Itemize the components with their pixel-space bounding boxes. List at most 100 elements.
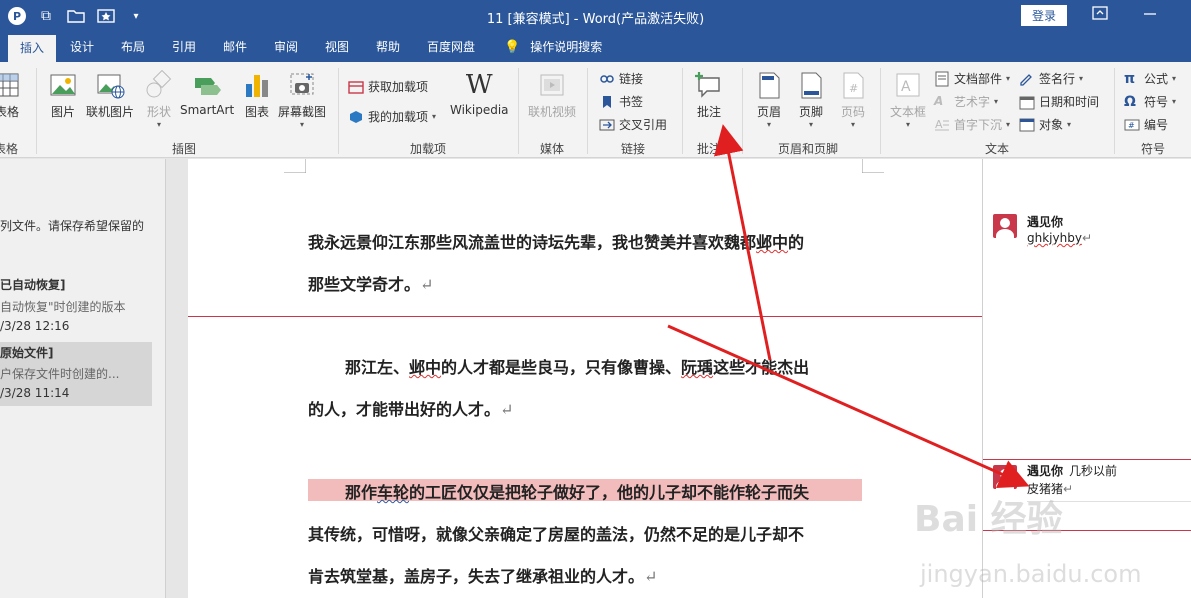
group-label-comments: 批注	[697, 142, 722, 156]
paragraph-line: 肯去筑堂基，盖房子，失去了继承祖业的人才。↵	[308, 567, 658, 586]
open-folder-icon[interactable]	[66, 6, 86, 26]
quick-parts-button[interactable]: 文档部件 ▾	[934, 70, 1010, 87]
store-icon	[348, 80, 364, 94]
chevron-down-icon: ▾	[766, 120, 771, 129]
group-label-addins: 加载项	[410, 142, 447, 156]
tab-review[interactable]: 审阅	[274, 38, 298, 55]
login-button[interactable]: 登录	[1021, 5, 1067, 26]
drop-cap-button[interactable]: A 首字下沉 ▾	[934, 116, 1010, 133]
customize-qat-icon[interactable]: ▾	[126, 6, 146, 26]
numbering-button[interactable]: # 编号	[1124, 116, 1168, 133]
chevron-down-icon: ▾	[994, 97, 999, 106]
chart-label: 图表	[244, 105, 269, 119]
ribbon: 表格 表格 图片 联机图片 形状 ▾ SmartArt 图表 屏幕截图 ▾ 插图…	[0, 62, 1191, 158]
tell-me-search[interactable]: 💡 操作说明搜索	[504, 38, 602, 55]
ribbon-display-options-icon[interactable]	[1092, 6, 1108, 24]
tab-mailings[interactable]: 邮件	[223, 38, 247, 55]
equation-label: 公式	[1144, 72, 1169, 86]
separator	[587, 68, 588, 154]
date-time-button[interactable]: 日期和时间	[1019, 93, 1099, 110]
bookmark-button[interactable]: 书签	[599, 93, 643, 110]
chevron-down-icon: ▾	[808, 120, 813, 129]
online-picture-icon	[97, 74, 125, 99]
wordart-button[interactable]: A 艺术字 ▾	[934, 93, 998, 110]
tab-help[interactable]: 帮助	[376, 38, 400, 55]
smartart-button[interactable]: SmartArt	[180, 70, 234, 117]
shapes-button[interactable]: 形状 ▾	[144, 70, 174, 129]
window-switch-icon[interactable]: ⧉	[36, 6, 56, 26]
date-time-label: 日期和时间	[1039, 95, 1100, 109]
recovery-item-time: /3/28 11:14	[0, 386, 70, 400]
comment-text[interactable]: ghkjyhby↵	[1027, 231, 1092, 245]
tab-design[interactable]: 设计	[70, 38, 94, 55]
link-label: 链接	[619, 72, 644, 86]
page-number-button[interactable]: # 页码 ▾	[838, 70, 868, 129]
tab-references[interactable]: 引用	[172, 38, 196, 55]
separator	[880, 68, 881, 154]
watermark-logo: Bai 经验	[914, 499, 1063, 540]
paragraph-line: 我永远景仰江东那些风流盖世的诗坛先辈，我也赞美并喜欢魏都邺中的	[308, 233, 805, 252]
cross-reference-label: 交叉引用	[619, 118, 668, 132]
chart-button[interactable]: 图表	[242, 70, 272, 120]
screenshot-button[interactable]: 屏幕截图 ▾	[278, 70, 326, 129]
chevron-down-icon: ▾	[1172, 97, 1177, 106]
separator	[1114, 68, 1115, 154]
tab-view[interactable]: 视图	[325, 38, 349, 55]
chart-icon	[246, 75, 268, 97]
get-addins-button[interactable]: 获取加载项	[348, 78, 428, 95]
new-comment-button[interactable]: 批注	[694, 70, 724, 120]
header-icon	[759, 72, 780, 99]
title-bar: P ⧉ ▾ 11 [兼容模式] - Word(产品激活失败) 登录	[0, 0, 1191, 32]
group-label-media: 媒体	[540, 142, 565, 156]
favorite-icon[interactable]	[96, 6, 116, 26]
footer-label: 页脚	[798, 105, 823, 119]
screenshot-icon	[290, 73, 314, 95]
chevron-down-icon: ▾	[850, 120, 855, 129]
tab-insert[interactable]: 插入	[8, 35, 57, 62]
header-button[interactable]: 页眉 ▾	[754, 70, 784, 129]
textbox-button[interactable]: A 文本框 ▾	[890, 70, 926, 129]
picture-button[interactable]: 图片	[48, 70, 78, 120]
link-button[interactable]: 链接	[599, 70, 643, 87]
picture-label: 图片	[50, 105, 75, 119]
calendar-icon	[1019, 96, 1035, 109]
equation-button[interactable]: π 公式 ▾	[1124, 70, 1176, 87]
symbol-label: 符号	[1144, 95, 1169, 109]
signature-line-button[interactable]: 签名行 ▾	[1019, 70, 1083, 87]
group-label-links: 链接	[621, 142, 646, 156]
paragraph-line: 那作车轮的工匠仅仅是把轮子做好了，他的儿子却不能作轮子而失	[345, 483, 810, 502]
my-addins-button[interactable]: 我的加载项 ▾	[348, 108, 436, 125]
separator	[338, 68, 339, 154]
paragraph-line: 的人，才能带出好的人才。↵	[308, 400, 514, 419]
recovery-intro: 列文件。请保存希望保留的	[0, 219, 145, 233]
separator	[742, 68, 743, 154]
cross-reference-icon	[599, 119, 615, 130]
quick-access-toolbar: P ⧉ ▾	[8, 6, 146, 26]
object-button[interactable]: 对象 ▾	[1019, 116, 1071, 133]
online-video-button[interactable]: 联机视频	[528, 70, 576, 120]
recovery-item-title[interactable]: 原始文件]	[0, 344, 54, 361]
group-label-header-footer: 页眉和页脚	[778, 142, 839, 156]
table-icon	[0, 73, 19, 97]
tab-layout[interactable]: 布局	[121, 38, 145, 55]
cross-reference-button[interactable]: 交叉引用	[599, 116, 667, 133]
online-picture-button[interactable]: 联机图片	[86, 70, 134, 120]
quick-parts-label: 文档部件	[954, 72, 1003, 86]
paragraph-line: 其传统，可惜呀，就像父亲确定了房屋的盖法，仍然不足的是儿子却不	[308, 525, 805, 544]
object-icon	[1019, 118, 1035, 131]
document-page[interactable]: 我永远景仰江东那些风流盖世的诗坛先辈，我也赞美并喜欢魏都邺中的 那些文学奇才。↵…	[188, 159, 982, 598]
recovery-item-title[interactable]: 已自动恢复]	[0, 276, 66, 293]
crop-mark	[284, 159, 306, 173]
symbol-button[interactable]: Ω 符号 ▾	[1124, 93, 1176, 110]
wikipedia-button[interactable]: W Wikipedia	[450, 70, 509, 117]
quick-parts-icon	[935, 71, 949, 86]
footer-button[interactable]: 页脚 ▾	[796, 70, 826, 129]
powerpoint-icon[interactable]: P	[8, 7, 26, 25]
header-label: 页眉	[756, 105, 781, 119]
minimize-icon[interactable]	[1143, 6, 1157, 24]
tab-baidu-netdisk[interactable]: 百度网盘	[427, 38, 475, 55]
svg-text:#: #	[849, 82, 858, 95]
table-button[interactable]: 表格	[0, 70, 22, 120]
textbox-icon: A	[896, 73, 920, 97]
chevron-down-icon: ▾	[1079, 74, 1084, 83]
